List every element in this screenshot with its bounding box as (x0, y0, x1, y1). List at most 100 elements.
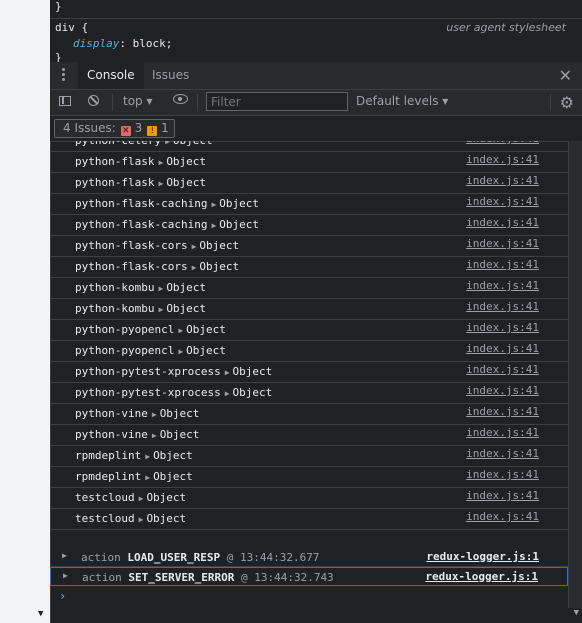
expand-triangle-icon[interactable]: ▶ (192, 263, 197, 272)
sidebar-toggle-icon[interactable] (59, 96, 71, 106)
console-prompt[interactable]: › (59, 589, 66, 603)
context-selector[interactable]: top ▾ (123, 94, 153, 108)
source-link[interactable]: redux-logger.js:1 (426, 550, 539, 563)
expand-caret-icon[interactable]: ▶ (63, 571, 68, 580)
expand-triangle-icon[interactable]: ▶ (225, 389, 230, 398)
log-object[interactable]: Object (199, 239, 239, 252)
log-object[interactable]: Object (166, 302, 206, 315)
expand-triangle-icon[interactable]: ▶ (225, 368, 230, 377)
expand-triangle-icon[interactable]: ▶ (158, 158, 163, 167)
source-link[interactable]: index.js:41 (466, 384, 539, 397)
log-object[interactable]: Object (160, 407, 200, 420)
expand-triangle-icon[interactable]: ▶ (211, 221, 216, 230)
clear-console-icon[interactable] (88, 95, 99, 106)
scroll-down-arrow-icon[interactable]: ▼ (38, 609, 43, 619)
tab-issues[interactable]: Issues (143, 62, 198, 89)
eye-icon[interactable] (173, 94, 188, 104)
expand-triangle-icon[interactable]: ▶ (165, 141, 170, 146)
expand-triangle-icon[interactable]: ▶ (152, 431, 157, 440)
tab-console[interactable]: Console (78, 62, 144, 89)
source-link[interactable]: index.js:41 (466, 300, 539, 313)
log-object[interactable]: Object (166, 281, 206, 294)
source-link[interactable]: index.js:41 (466, 426, 539, 439)
expand-triangle-icon[interactable]: ▶ (158, 305, 163, 314)
source-link[interactable]: redux-logger.js:1 (425, 570, 538, 583)
log-row[interactable]: python-flask ▶ Object index.js:41 (50, 173, 568, 194)
log-object[interactable]: Object (199, 260, 239, 273)
log-row[interactable]: python-kombu ▶ Object index.js:41 (50, 299, 568, 320)
log-object[interactable]: Object (233, 365, 273, 378)
expand-triangle-icon[interactable]: ▶ (139, 515, 144, 524)
log-object[interactable]: Object (186, 323, 226, 336)
log-object[interactable]: Object (219, 197, 259, 210)
expand-triangle-icon[interactable]: ▶ (192, 242, 197, 251)
log-row[interactable]: python-pyopencl ▶ Object index.js:41 (50, 320, 568, 341)
source-link[interactable]: index.js:41 (466, 447, 539, 460)
source-link[interactable]: index.js:41 (466, 153, 539, 166)
scroll-down-arrow-icon[interactable]: ▼ (574, 608, 579, 618)
expand-caret-icon[interactable]: ▶ (62, 551, 67, 560)
source-link[interactable]: index.js:41 (466, 468, 539, 481)
scrollbar[interactable] (568, 141, 582, 608)
expand-triangle-icon[interactable]: ▶ (178, 326, 183, 335)
log-row[interactable]: testcloud ▶ Object index.js:41 (50, 488, 568, 509)
source-link[interactable]: index.js:41 (466, 237, 539, 250)
log-row[interactable]: python-kombu ▶ Object index.js:41 (50, 278, 568, 299)
source-link[interactable]: index.js:41 (466, 195, 539, 208)
expand-triangle-icon[interactable]: ▶ (158, 179, 163, 188)
log-row[interactable]: python-flask ▶ Object index.js:41 (50, 152, 568, 173)
log-row[interactable]: python-vine ▶ Object index.js:41 (50, 404, 568, 425)
log-object[interactable]: Object (166, 176, 206, 189)
expand-triangle-icon[interactable]: ▶ (211, 200, 216, 209)
source-link[interactable]: index.js:41 (466, 321, 539, 334)
log-object[interactable]: Object (219, 218, 259, 231)
log-row[interactable]: python-pytest-xprocess ▶ Object index.js:41 (50, 383, 568, 404)
expand-triangle-icon[interactable]: ▶ (158, 284, 163, 293)
action-row-selected[interactable]: ▶ action SET_SERVER_ERROR @ 13:44:32.743… (50, 567, 568, 586)
source-link[interactable]: index.js:41 (466, 363, 539, 376)
log-row[interactable]: python-flask-cors ▶ Object index.js:41 (50, 257, 568, 278)
log-row[interactable]: testcloud ▶ Object index.js:41 (50, 509, 568, 530)
expand-triangle-icon[interactable]: ▶ (178, 347, 183, 356)
log-row[interactable]: python-pyopencl ▶ Object index.js:41 (50, 341, 568, 362)
gear-icon[interactable]: ⚙ (560, 93, 574, 112)
issues-button[interactable]: 4 Issues: ✕ 3! 1 (54, 119, 175, 138)
log-object[interactable]: Object (153, 470, 193, 483)
log-row[interactable]: python-flask-caching ▶ Object index.js:41 (50, 215, 568, 236)
source-link[interactable]: index.js:41 (466, 174, 539, 187)
source-link[interactable]: index.js:41 (466, 342, 539, 355)
source-link[interactable]: index.js:41 (466, 279, 539, 292)
log-row[interactable]: python-flask-cors ▶ Object index.js:41 (50, 236, 568, 257)
style-property-value[interactable]: : block; (119, 37, 172, 50)
expand-triangle-icon[interactable]: ▶ (145, 452, 150, 461)
style-property-name[interactable]: display (73, 37, 119, 50)
log-object[interactable]: Object (146, 491, 186, 504)
log-object[interactable]: Object (146, 512, 186, 525)
source-link[interactable]: index.js:41 (466, 141, 539, 145)
log-levels-dropdown[interactable]: Default levels ▾ (356, 94, 448, 108)
kebab-menu-icon[interactable] (62, 68, 66, 84)
source-link[interactable]: index.js:41 (466, 216, 539, 229)
source-link[interactable]: index.js:41 (466, 258, 539, 271)
log-row[interactable]: python-flask-caching ▶ Object index.js:41 (50, 194, 568, 215)
log-object[interactable]: Object (186, 344, 226, 357)
source-link[interactable]: index.js:41 (466, 405, 539, 418)
close-icon[interactable]: ✕ (559, 66, 572, 85)
source-link[interactable]: index.js:41 (466, 489, 539, 502)
action-row[interactable]: ▶ action LOAD_USER_RESP @ 13:44:32.677 r… (50, 548, 568, 567)
log-row[interactable]: python-pytest-xprocess ▶ Object index.js:41 (50, 362, 568, 383)
console-log-list[interactable]: python-celery▶Objectindex.js:41python-fl… (50, 141, 568, 548)
expand-triangle-icon[interactable]: ▶ (145, 473, 150, 482)
log-object[interactable]: Object (173, 141, 213, 147)
log-object[interactable]: Object (160, 428, 200, 441)
log-row[interactable]: python-vine ▶ Object index.js:41 (50, 425, 568, 446)
expand-triangle-icon[interactable]: ▶ (152, 410, 157, 419)
source-link[interactable]: index.js:41 (466, 510, 539, 523)
log-row[interactable]: rpmdeplint ▶ Object index.js:41 (50, 446, 568, 467)
log-object[interactable]: Object (166, 155, 206, 168)
log-object[interactable]: Object (153, 449, 193, 462)
expand-triangle-icon[interactable]: ▶ (139, 494, 144, 503)
filter-input[interactable] (206, 92, 348, 111)
log-row[interactable]: python-celery ▶Object index.js:41 (50, 141, 568, 152)
log-row[interactable]: rpmdeplint ▶ Object index.js:41 (50, 467, 568, 488)
